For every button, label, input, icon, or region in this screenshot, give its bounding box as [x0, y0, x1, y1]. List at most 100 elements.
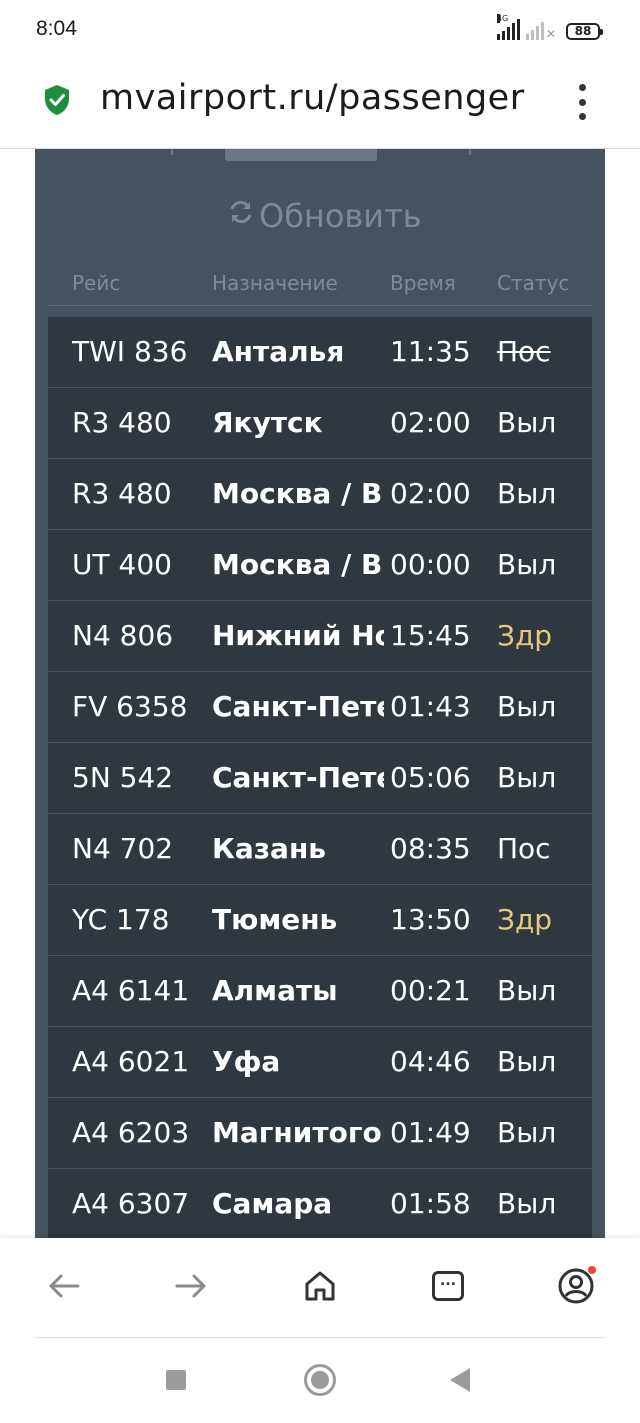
- flight-status: Выл: [497, 1116, 557, 1149]
- signal-sim2-icon: [525, 18, 544, 40]
- back-button[interactable]: [44, 1266, 84, 1306]
- web-page: Обновить Рейс Назначение Время Статус TW…: [0, 148, 640, 1239]
- destination: Якутск: [212, 406, 323, 439]
- home-circle-icon[interactable]: [304, 1364, 336, 1396]
- more-vert-icon[interactable]: [574, 84, 590, 120]
- flight-status: Выл: [497, 974, 557, 1007]
- flight-number: A4 6021: [72, 1045, 190, 1078]
- home-icon: [305, 1271, 335, 1301]
- departure-time: 00:00: [390, 548, 471, 581]
- active-tab-indicator[interactable]: [225, 149, 377, 161]
- flight-number: R3 480: [72, 477, 172, 510]
- flight-number: UT 400: [72, 548, 172, 581]
- column-header-flight: Рейс: [72, 271, 121, 295]
- flight-status: Выл: [497, 761, 557, 794]
- no-signal-x-icon: ✕: [545, 27, 556, 41]
- departure-time: 02:00: [390, 477, 471, 510]
- departure-time: 11:35: [390, 335, 471, 368]
- flight-list: TWI 836 Анталья 11:35 Пос R3 480 Якутск …: [48, 317, 592, 1239]
- account-button[interactable]: [556, 1266, 596, 1306]
- url-field[interactable]: mvairport.ru/passenger: [100, 78, 534, 118]
- departure-time: 08:35: [390, 832, 471, 865]
- flight-number: FV 6358: [72, 690, 188, 723]
- departure-time: 00:21: [390, 974, 471, 1007]
- table-row[interactable]: A4 6021 Уфа 04:46 Выл: [48, 1027, 592, 1098]
- flight-status: Выл: [497, 690, 557, 723]
- destination: Санкт-Пете: [212, 690, 384, 723]
- departure-time: 01:49: [390, 1116, 471, 1149]
- destination: Самара: [212, 1187, 333, 1220]
- destination: Казань: [212, 832, 326, 865]
- column-header-time: Время: [390, 271, 456, 295]
- flight-status: Пос: [497, 335, 551, 368]
- departure-time: 05:06: [390, 761, 471, 794]
- flight-status: Выл: [497, 406, 557, 439]
- table-row[interactable]: R3 480 Москва / Вн 02:00 Выл: [48, 459, 592, 530]
- flight-number: A4 6141: [72, 974, 190, 1007]
- flight-number: 5N 542: [72, 761, 174, 794]
- destination: Магнитогор: [212, 1116, 384, 1149]
- table-row[interactable]: FV 6358 Санкт-Пете 01:43 Выл: [48, 672, 592, 743]
- destination: Анталья: [212, 335, 345, 368]
- table-row[interactable]: R3 480 Якутск 02:00 Выл: [48, 388, 592, 459]
- browser-url-bar: mvairport.ru/passenger: [0, 62, 640, 148]
- tab-divider: [469, 149, 471, 155]
- refresh-button[interactable]: Обновить: [227, 197, 422, 235]
- column-header-destination: Назначение: [212, 271, 338, 295]
- departure-time: 02:00: [390, 406, 471, 439]
- tab-divider: [171, 149, 173, 155]
- table-row[interactable]: A4 6141 Алматы 00:21 Выл: [48, 956, 592, 1027]
- column-header-status: Статус: [497, 271, 570, 295]
- table-row[interactable]: A4 6307 Самара 01:58 Выл: [48, 1169, 592, 1239]
- flight-status: Выл: [497, 1045, 557, 1078]
- departure-time: 13:50: [390, 903, 471, 936]
- arrow-right-icon: [175, 1274, 206, 1298]
- destination: Нижний Но: [212, 619, 384, 652]
- destination: Уфа: [212, 1045, 281, 1078]
- table-header: Рейс Назначение Время Статус: [48, 267, 592, 306]
- flight-number: A4 6307: [72, 1187, 190, 1220]
- flight-status: Здр: [497, 619, 553, 652]
- arrow-left-icon: [49, 1274, 80, 1298]
- table-row[interactable]: TWI 836 Анталья 11:35 Пос: [48, 317, 592, 388]
- flight-number: A4 6203: [72, 1116, 190, 1149]
- browser-bottom-toolbar: ...: [0, 1238, 640, 1338]
- home-button[interactable]: [300, 1266, 340, 1306]
- system-status-bar: 8:04 4G ✕ 88: [0, 0, 640, 62]
- flight-number: N4 702: [72, 832, 174, 865]
- flight-number: R3 480: [72, 406, 172, 439]
- table-row[interactable]: YC 178 Тюмень 13:50 Здр: [48, 885, 592, 956]
- back-triangle-icon[interactable]: [450, 1368, 470, 1392]
- signal-4g-icon: 4G: [496, 14, 520, 40]
- departures-board: Обновить Рейс Назначение Время Статус TW…: [35, 149, 605, 1239]
- refresh-label: Обновить: [259, 197, 422, 235]
- destination: Санкт-Пете: [212, 761, 384, 794]
- android-navigation-bar: [0, 1338, 640, 1423]
- shield-check-icon[interactable]: [43, 84, 71, 116]
- flight-status: Пос: [497, 832, 551, 865]
- table-row[interactable]: N4 702 Казань 08:35 Пос: [48, 814, 592, 885]
- table-row[interactable]: N4 806 Нижний Но 15:45 Здр: [48, 601, 592, 672]
- table-row[interactable]: 5N 542 Санкт-Пете 05:06 Выл: [48, 743, 592, 814]
- refresh-icon: [230, 200, 252, 224]
- recents-square-icon[interactable]: [166, 1370, 186, 1390]
- flight-number: YC 178: [72, 903, 170, 936]
- forward-button[interactable]: [171, 1266, 211, 1306]
- destination: Тюмень: [212, 903, 338, 936]
- destination: Алматы: [212, 974, 338, 1007]
- battery-icon: 88: [566, 23, 603, 40]
- notification-dot: [588, 1266, 596, 1274]
- network-type-label: 4G: [496, 14, 509, 23]
- table-row[interactable]: A4 6203 Магнитогор 01:49 Выл: [48, 1098, 592, 1169]
- flight-number: TWI 836: [72, 335, 188, 368]
- destination: Москва / Вн: [212, 477, 384, 510]
- departure-time: 01:43: [390, 690, 471, 723]
- destination: Москва / Вн: [212, 548, 384, 581]
- table-row[interactable]: UT 400 Москва / Вн 00:00 Выл: [48, 530, 592, 601]
- flight-status: Здр: [497, 903, 553, 936]
- departure-time: 04:46: [390, 1045, 471, 1078]
- tabs-count-icon: ...: [432, 1271, 464, 1301]
- departure-time: 01:58: [390, 1187, 471, 1220]
- flight-status: Выл: [497, 548, 557, 581]
- tabs-button[interactable]: ...: [428, 1266, 468, 1306]
